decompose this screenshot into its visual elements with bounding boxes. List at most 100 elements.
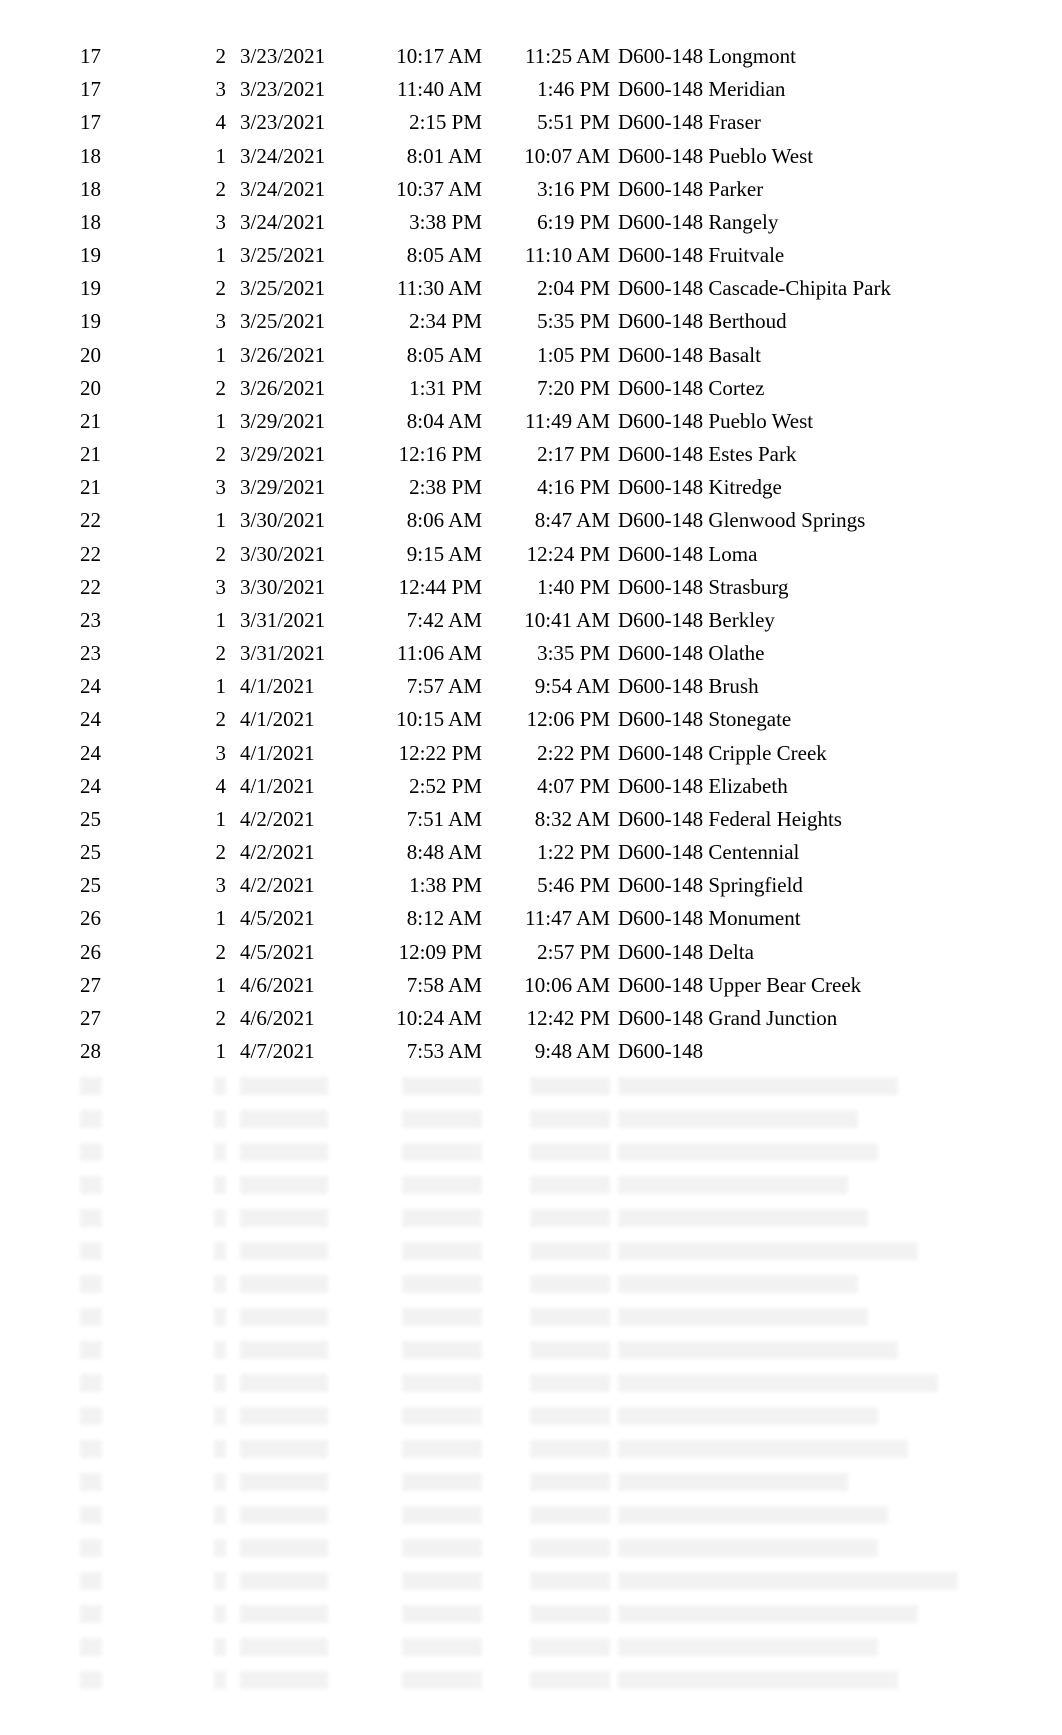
cell-e: 11:47 AM — [500, 902, 618, 935]
cell-e: 2:17 PM — [500, 438, 618, 471]
table-row: 2223/30/20219:15 AM12:24 PMD600-148 Loma — [80, 538, 982, 571]
table-row: 2133/29/20212:38 PM4:16 PMD600-148 Kitre… — [80, 471, 982, 504]
cell-c: 3/29/2021 — [240, 438, 370, 471]
cell-e: 12:42 PM — [500, 1002, 618, 1035]
cell-a: 26 — [80, 902, 190, 935]
redacted-cell — [618, 1596, 982, 1629]
redacted-row — [80, 1629, 982, 1662]
cell-e: 8:47 AM — [500, 504, 618, 537]
redacted-cell — [370, 1629, 500, 1662]
cell-e: 9:48 AM — [500, 1035, 618, 1068]
redacted-cell — [370, 1662, 500, 1695]
cell-f: D600-148 Kitredge — [618, 471, 982, 504]
redacted-cell — [370, 1497, 500, 1530]
cell-f: D600-148 Pueblo West — [618, 405, 982, 438]
cell-d: 10:15 AM — [370, 703, 500, 736]
cell-a: 19 — [80, 305, 190, 338]
redacted-cell — [190, 1299, 240, 1332]
redacted-cell — [618, 1563, 982, 1596]
redacted-cell — [500, 1134, 618, 1167]
redacted-cell — [370, 1266, 500, 1299]
cell-c: 4/6/2021 — [240, 969, 370, 1002]
cell-d: 2:38 PM — [370, 471, 500, 504]
redacted-cell — [618, 1101, 982, 1134]
cell-b: 3 — [190, 471, 240, 504]
cell-a: 21 — [80, 438, 190, 471]
cell-c: 3/31/2021 — [240, 637, 370, 670]
cell-c: 4/2/2021 — [240, 869, 370, 902]
table-row: 2313/31/20217:42 AM10:41 AMD600-148 Berk… — [80, 604, 982, 637]
cell-c: 3/24/2021 — [240, 140, 370, 173]
redacted-cell — [190, 1266, 240, 1299]
table-row: 2434/1/202112:22 PM2:22 PMD600-148 Cripp… — [80, 737, 982, 770]
cell-e: 10:06 AM — [500, 969, 618, 1002]
redacted-cell — [240, 1299, 370, 1332]
cell-d: 8:04 AM — [370, 405, 500, 438]
log-table: 1723/23/202110:17 AM11:25 AMD600-148 Lon… — [80, 40, 982, 1695]
redacted-cell — [500, 1464, 618, 1497]
redacted-cell — [500, 1629, 618, 1662]
redacted-cell — [240, 1662, 370, 1695]
cell-d: 10:17 AM — [370, 40, 500, 73]
cell-e: 1:40 PM — [500, 571, 618, 604]
redacted-cell — [80, 1596, 190, 1629]
table-row: 2213/30/20218:06 AM8:47 AMD600-148 Glenw… — [80, 504, 982, 537]
cell-a: 23 — [80, 637, 190, 670]
redacted-cell — [240, 1365, 370, 1398]
cell-d: 8:48 AM — [370, 836, 500, 869]
cell-d: 11:30 AM — [370, 272, 500, 305]
table-row: 1913/25/20218:05 AM11:10 AMD600-148 Frui… — [80, 239, 982, 272]
cell-a: 24 — [80, 703, 190, 736]
redacted-cell — [80, 1233, 190, 1266]
cell-a: 27 — [80, 969, 190, 1002]
cell-b: 1 — [190, 969, 240, 1002]
redacted-cell — [370, 1101, 500, 1134]
cell-c: 4/1/2021 — [240, 770, 370, 803]
redacted-cell — [500, 1431, 618, 1464]
cell-c: 3/26/2021 — [240, 372, 370, 405]
cell-f: D600-148 Glenwood Springs — [618, 504, 982, 537]
redacted-row — [80, 1464, 982, 1497]
cell-f: D600-148 Strasburg — [618, 571, 982, 604]
redacted-cell — [240, 1431, 370, 1464]
cell-b: 4 — [190, 770, 240, 803]
table-row: 2023/26/20211:31 PM7:20 PMD600-148 Corte… — [80, 372, 982, 405]
redacted-cell — [240, 1167, 370, 1200]
cell-a: 25 — [80, 803, 190, 836]
table-row: 2233/30/202112:44 PM1:40 PMD600-148 Stra… — [80, 571, 982, 604]
redacted-cell — [370, 1134, 500, 1167]
cell-d: 11:40 AM — [370, 73, 500, 106]
redacted-cell — [370, 1563, 500, 1596]
redacted-row — [80, 1365, 982, 1398]
redacted-cell — [240, 1200, 370, 1233]
redacted-cell — [190, 1365, 240, 1398]
redacted-cell — [190, 1200, 240, 1233]
cell-e: 3:16 PM — [500, 173, 618, 206]
table-row: 2814/7/20217:53 AM9:48 AMD600-148 — [80, 1035, 982, 1068]
redacted-cell — [190, 1629, 240, 1662]
cell-b: 3 — [190, 206, 240, 239]
redacted-row — [80, 1497, 982, 1530]
redacted-cell — [370, 1464, 500, 1497]
cell-d: 12:16 PM — [370, 438, 500, 471]
redacted-cell — [240, 1332, 370, 1365]
redacted-cell — [370, 1332, 500, 1365]
redacted-cell — [240, 1530, 370, 1563]
cell-a: 24 — [80, 737, 190, 770]
cell-f: D600-148 Delta — [618, 936, 982, 969]
redacted-cell — [370, 1398, 500, 1431]
cell-d: 7:53 AM — [370, 1035, 500, 1068]
redacted-cell — [370, 1530, 500, 1563]
cell-d: 8:06 AM — [370, 504, 500, 537]
cell-d: 8:12 AM — [370, 902, 500, 935]
redacted-cell — [80, 1365, 190, 1398]
cell-d: 9:15 AM — [370, 538, 500, 571]
redacted-cell — [190, 1530, 240, 1563]
redacted-cell — [500, 1662, 618, 1695]
redacted-cell — [618, 1464, 982, 1497]
redacted-cell — [80, 1398, 190, 1431]
cell-b: 2 — [190, 936, 240, 969]
table-row: 1733/23/202111:40 AM1:46 PMD600-148 Meri… — [80, 73, 982, 106]
redacted-cell — [240, 1497, 370, 1530]
cell-d: 10:37 AM — [370, 173, 500, 206]
